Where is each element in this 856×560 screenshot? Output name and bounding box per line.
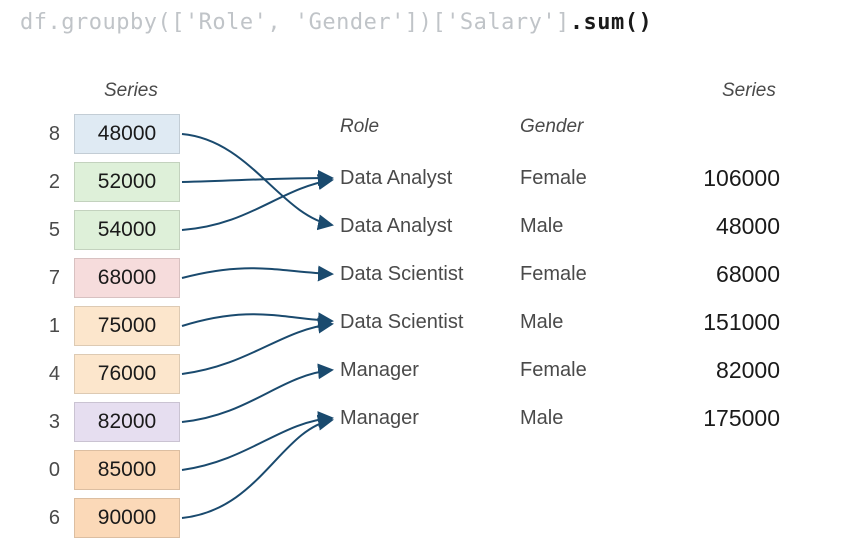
result-role: Data Scientist	[340, 263, 520, 286]
arrow-icon	[182, 134, 332, 225]
gender-column-header: Gender	[520, 116, 583, 138]
source-row: 4 76000	[30, 354, 180, 394]
arrow-icon	[182, 324, 332, 374]
result-value: 175000	[640, 405, 780, 432]
arrow-icon	[182, 420, 332, 518]
code-gray-part: df.groupby(['Role', 'Gender'])['Salary']	[20, 10, 570, 35]
salary-cell: 90000	[74, 498, 180, 538]
salary-cell: 85000	[74, 450, 180, 490]
salary-cell: 76000	[74, 354, 180, 394]
source-row: 7 68000	[30, 258, 180, 298]
row-index: 7	[30, 267, 60, 290]
code-expression: df.groupby(['Role', 'Gender'])['Salary']…	[20, 10, 652, 35]
result-role: Manager	[340, 407, 520, 430]
right-series-header: Series	[722, 80, 776, 102]
result-value: 68000	[640, 261, 780, 288]
result-value: 82000	[640, 357, 780, 384]
row-index: 6	[30, 507, 60, 530]
salary-cell: 82000	[74, 402, 180, 442]
code-bold-part: .sum()	[570, 10, 652, 35]
arrow-icon	[182, 370, 332, 422]
result-row: Manager Female 82000	[340, 350, 780, 390]
arrow-icon	[182, 314, 332, 326]
row-index: 1	[30, 315, 60, 338]
result-gender: Male	[520, 407, 640, 430]
result-value: 106000	[640, 165, 780, 192]
result-role: Data Scientist	[340, 311, 520, 334]
result-value: 48000	[640, 213, 780, 240]
result-row: Manager Male 175000	[340, 398, 780, 438]
source-row: 1 75000	[30, 306, 180, 346]
result-row: Data Analyst Male 48000	[340, 206, 780, 246]
salary-cell: 68000	[74, 258, 180, 298]
result-gender: Female	[520, 359, 640, 382]
result-row: Data Scientist Female 68000	[340, 254, 780, 294]
salary-cell: 48000	[74, 114, 180, 154]
row-index: 2	[30, 171, 60, 194]
result-role: Data Analyst	[340, 167, 520, 190]
result-gender: Male	[520, 311, 640, 334]
source-row: 6 90000	[30, 498, 180, 538]
source-row: 0 85000	[30, 450, 180, 490]
salary-cell: 54000	[74, 210, 180, 250]
arrow-icon	[182, 268, 332, 278]
row-index: 3	[30, 411, 60, 434]
row-index: 5	[30, 219, 60, 242]
row-index: 8	[30, 123, 60, 146]
result-gender: Female	[520, 167, 640, 190]
left-series-header: Series	[104, 80, 158, 102]
result-row: Data Scientist Male 151000	[340, 302, 780, 342]
source-row: 3 82000	[30, 402, 180, 442]
salary-cell: 52000	[74, 162, 180, 202]
source-row: 8 48000	[30, 114, 180, 154]
result-role: Data Analyst	[340, 215, 520, 238]
result-role: Manager	[340, 359, 520, 382]
result-row: Data Analyst Female 106000	[340, 158, 780, 198]
source-row: 2 52000	[30, 162, 180, 202]
arrow-icon	[182, 418, 332, 470]
row-index: 0	[30, 459, 60, 482]
result-gender: Female	[520, 263, 640, 286]
arrow-icon	[182, 180, 332, 230]
salary-cell: 75000	[74, 306, 180, 346]
row-index: 4	[30, 363, 60, 386]
result-gender: Male	[520, 215, 640, 238]
result-value: 151000	[640, 309, 780, 336]
arrow-icon	[182, 178, 332, 182]
source-row: 5 54000	[30, 210, 180, 250]
role-column-header: Role	[340, 116, 379, 138]
